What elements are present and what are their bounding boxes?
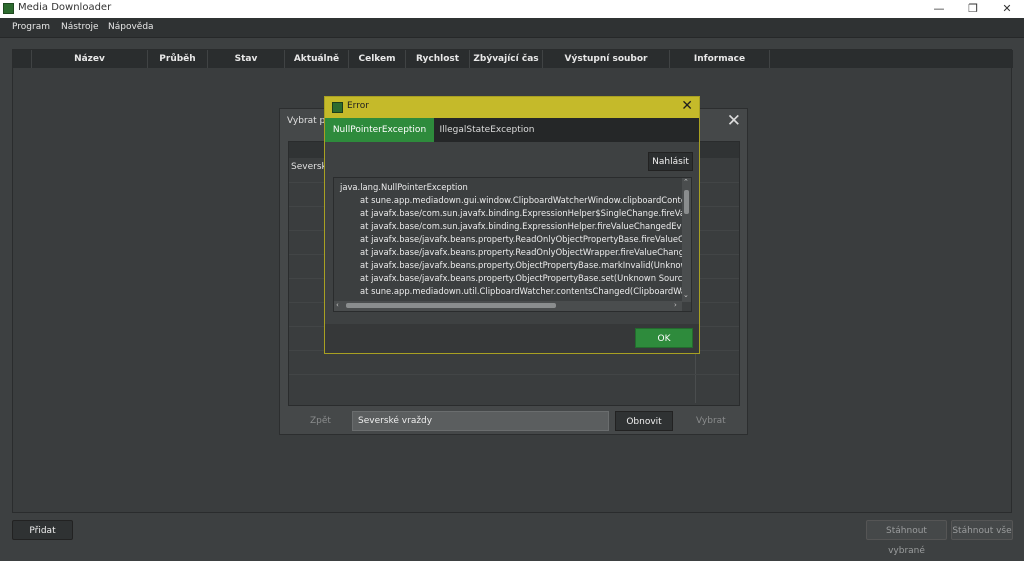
search-input[interactable]: Severské vraždy — [352, 411, 609, 431]
trace-line: at javafx.base/javafx.beans.property.Obj… — [360, 260, 692, 270]
column-state[interactable]: Stav — [208, 50, 285, 68]
window-titlebar: Media Downloader — ❐ ✕ — [0, 0, 1024, 18]
column-speed[interactable]: Rychlost — [406, 50, 470, 68]
error-dialog-close-icon[interactable]: ✕ — [681, 98, 693, 114]
error-dialog-footer: OK — [325, 324, 699, 353]
column-progress[interactable]: Průběh — [148, 50, 208, 68]
column-current[interactable]: Aktuálně — [285, 50, 349, 68]
error-dialog: Error ✕ NullPointerException IllegalStat… — [324, 96, 700, 354]
download-all-button[interactable]: Stáhnout vše — [951, 520, 1013, 540]
trace-line: at sune.app.mediadown.util.ClipboardWatc… — [360, 286, 692, 296]
error-dialog-titlebar: Error ✕ — [325, 97, 699, 118]
scroll-up-icon[interactable]: ⌃ — [683, 178, 689, 186]
stack-trace-area[interactable]: java.lang.NullPointerException at sune.a… — [333, 177, 692, 312]
menu-help[interactable]: Nápověda — [108, 22, 154, 32]
scroll-down-icon[interactable]: ⌄ — [683, 291, 689, 299]
column-info[interactable]: Informace — [670, 50, 770, 68]
select-button[interactable]: Vybrat — [696, 411, 726, 431]
column-checkbox[interactable] — [13, 50, 32, 68]
column-total[interactable]: Celkem — [349, 50, 406, 68]
scroll-right-icon[interactable]: › — [674, 301, 677, 309]
tab-nullpointerexception[interactable]: NullPointerException — [325, 118, 434, 142]
trace-line: java.lang.NullPointerException — [340, 182, 468, 192]
horizontal-scrollbar[interactable]: ‹ › — [334, 301, 682, 311]
table-header: Název Průběh Stav Aktuálně Celkem Rychlo… — [13, 50, 1013, 68]
menu-program[interactable]: Program — [12, 22, 50, 32]
column-output-file[interactable]: Výstupní soubor — [543, 50, 670, 68]
maximize-button[interactable]: ❐ — [956, 1, 990, 17]
trace-line: at javafx.base/com.sun.javafx.binding.Ex… — [360, 221, 692, 231]
menu-tools[interactable]: Nástroje — [61, 22, 99, 32]
download-selected-button[interactable]: Stáhnout vybrané — [866, 520, 947, 556]
error-dialog-body: Nahlásit java.lang.NullPointerException … — [325, 142, 699, 324]
trace-line: at javafx.base/com.sun.javafx.binding.Ex… — [360, 208, 692, 218]
refresh-button[interactable]: Obnovit — [615, 411, 673, 431]
back-button[interactable]: Zpět — [310, 411, 331, 431]
minimize-button[interactable]: — — [922, 1, 956, 17]
trace-line: at sune.app.mediadown.gui.window.Clipboa… — [360, 195, 692, 205]
trace-line: at javafx.base/javafx.beans.property.Rea… — [360, 234, 692, 244]
exception-tabs: NullPointerException IllegalStateExcepti… — [325, 118, 699, 142]
window-title: Media Downloader — [18, 2, 112, 13]
close-window-button[interactable]: ✕ — [990, 1, 1024, 17]
column-remaining-time[interactable]: Zbývající čas — [470, 50, 543, 68]
menu-bar: Program Nástroje Nápověda — [0, 18, 1024, 38]
app-logo-icon — [3, 3, 14, 14]
app-logo-icon — [332, 102, 343, 113]
trace-line: at javafx.base/javafx.beans.property.Rea… — [360, 247, 692, 257]
vertical-scrollbar[interactable]: ⌃ ⌄ — [682, 178, 691, 302]
ok-button[interactable]: OK — [635, 328, 693, 348]
error-dialog-title: Error — [347, 101, 369, 111]
scroll-left-icon[interactable]: ‹ — [336, 301, 339, 309]
scrollbar-thumb[interactable] — [346, 303, 556, 308]
trace-line: at javafx.base/javafx.beans.property.Obj… — [360, 273, 691, 283]
scrollbar-thumb[interactable] — [684, 190, 689, 214]
select-dialog-close-icon[interactable]: ✕ — [727, 111, 741, 131]
report-button[interactable]: Nahlásit — [648, 152, 693, 171]
list-divider — [289, 374, 739, 375]
tab-illegalstateexception[interactable]: IllegalStateException — [434, 118, 540, 142]
add-button[interactable]: Přidat — [12, 520, 73, 540]
column-name[interactable]: Název — [32, 50, 148, 68]
